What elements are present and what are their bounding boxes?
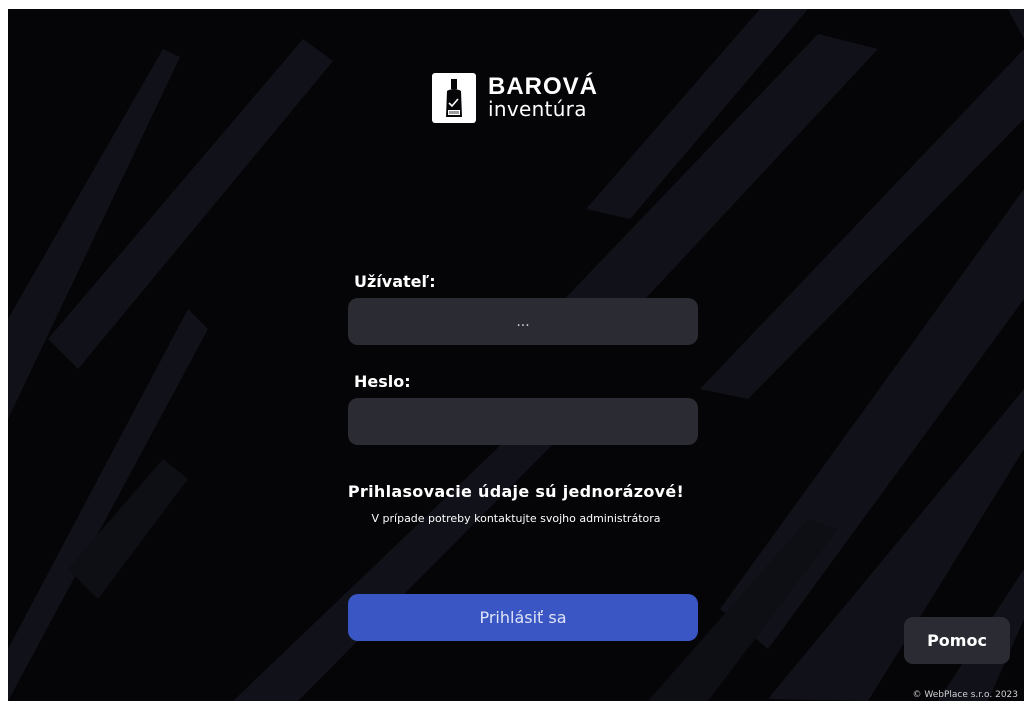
login-button[interactable]: Prihlásiť sa — [348, 594, 698, 641]
notice-subtitle: V prípade potreby kontaktujte svojho adm… — [371, 512, 661, 525]
bottle-logo-icon — [432, 73, 476, 123]
username-input[interactable] — [348, 298, 698, 345]
logo-title: BAROVÁ — [488, 73, 599, 100]
username-label: Užívateľ: — [354, 272, 436, 291]
password-label: Heslo: — [354, 372, 411, 391]
logo-wordmark: BAROVÁ inventúra — [488, 73, 599, 121]
copyright-text: © WebPlace s.r.o. 2023 — [912, 690, 1018, 700]
notice-title: Prihlasovacie údaje sú jednorázové! — [347, 482, 685, 501]
help-button[interactable]: Pomoc — [904, 617, 1010, 664]
app-logo: BAROVÁ inventúra — [432, 73, 622, 129]
login-screen: BAROVÁ inventúra Užívateľ: Heslo: Prihla… — [8, 9, 1024, 701]
logo-subtitle: inventúra — [488, 97, 587, 121]
password-input[interactable] — [348, 398, 698, 445]
